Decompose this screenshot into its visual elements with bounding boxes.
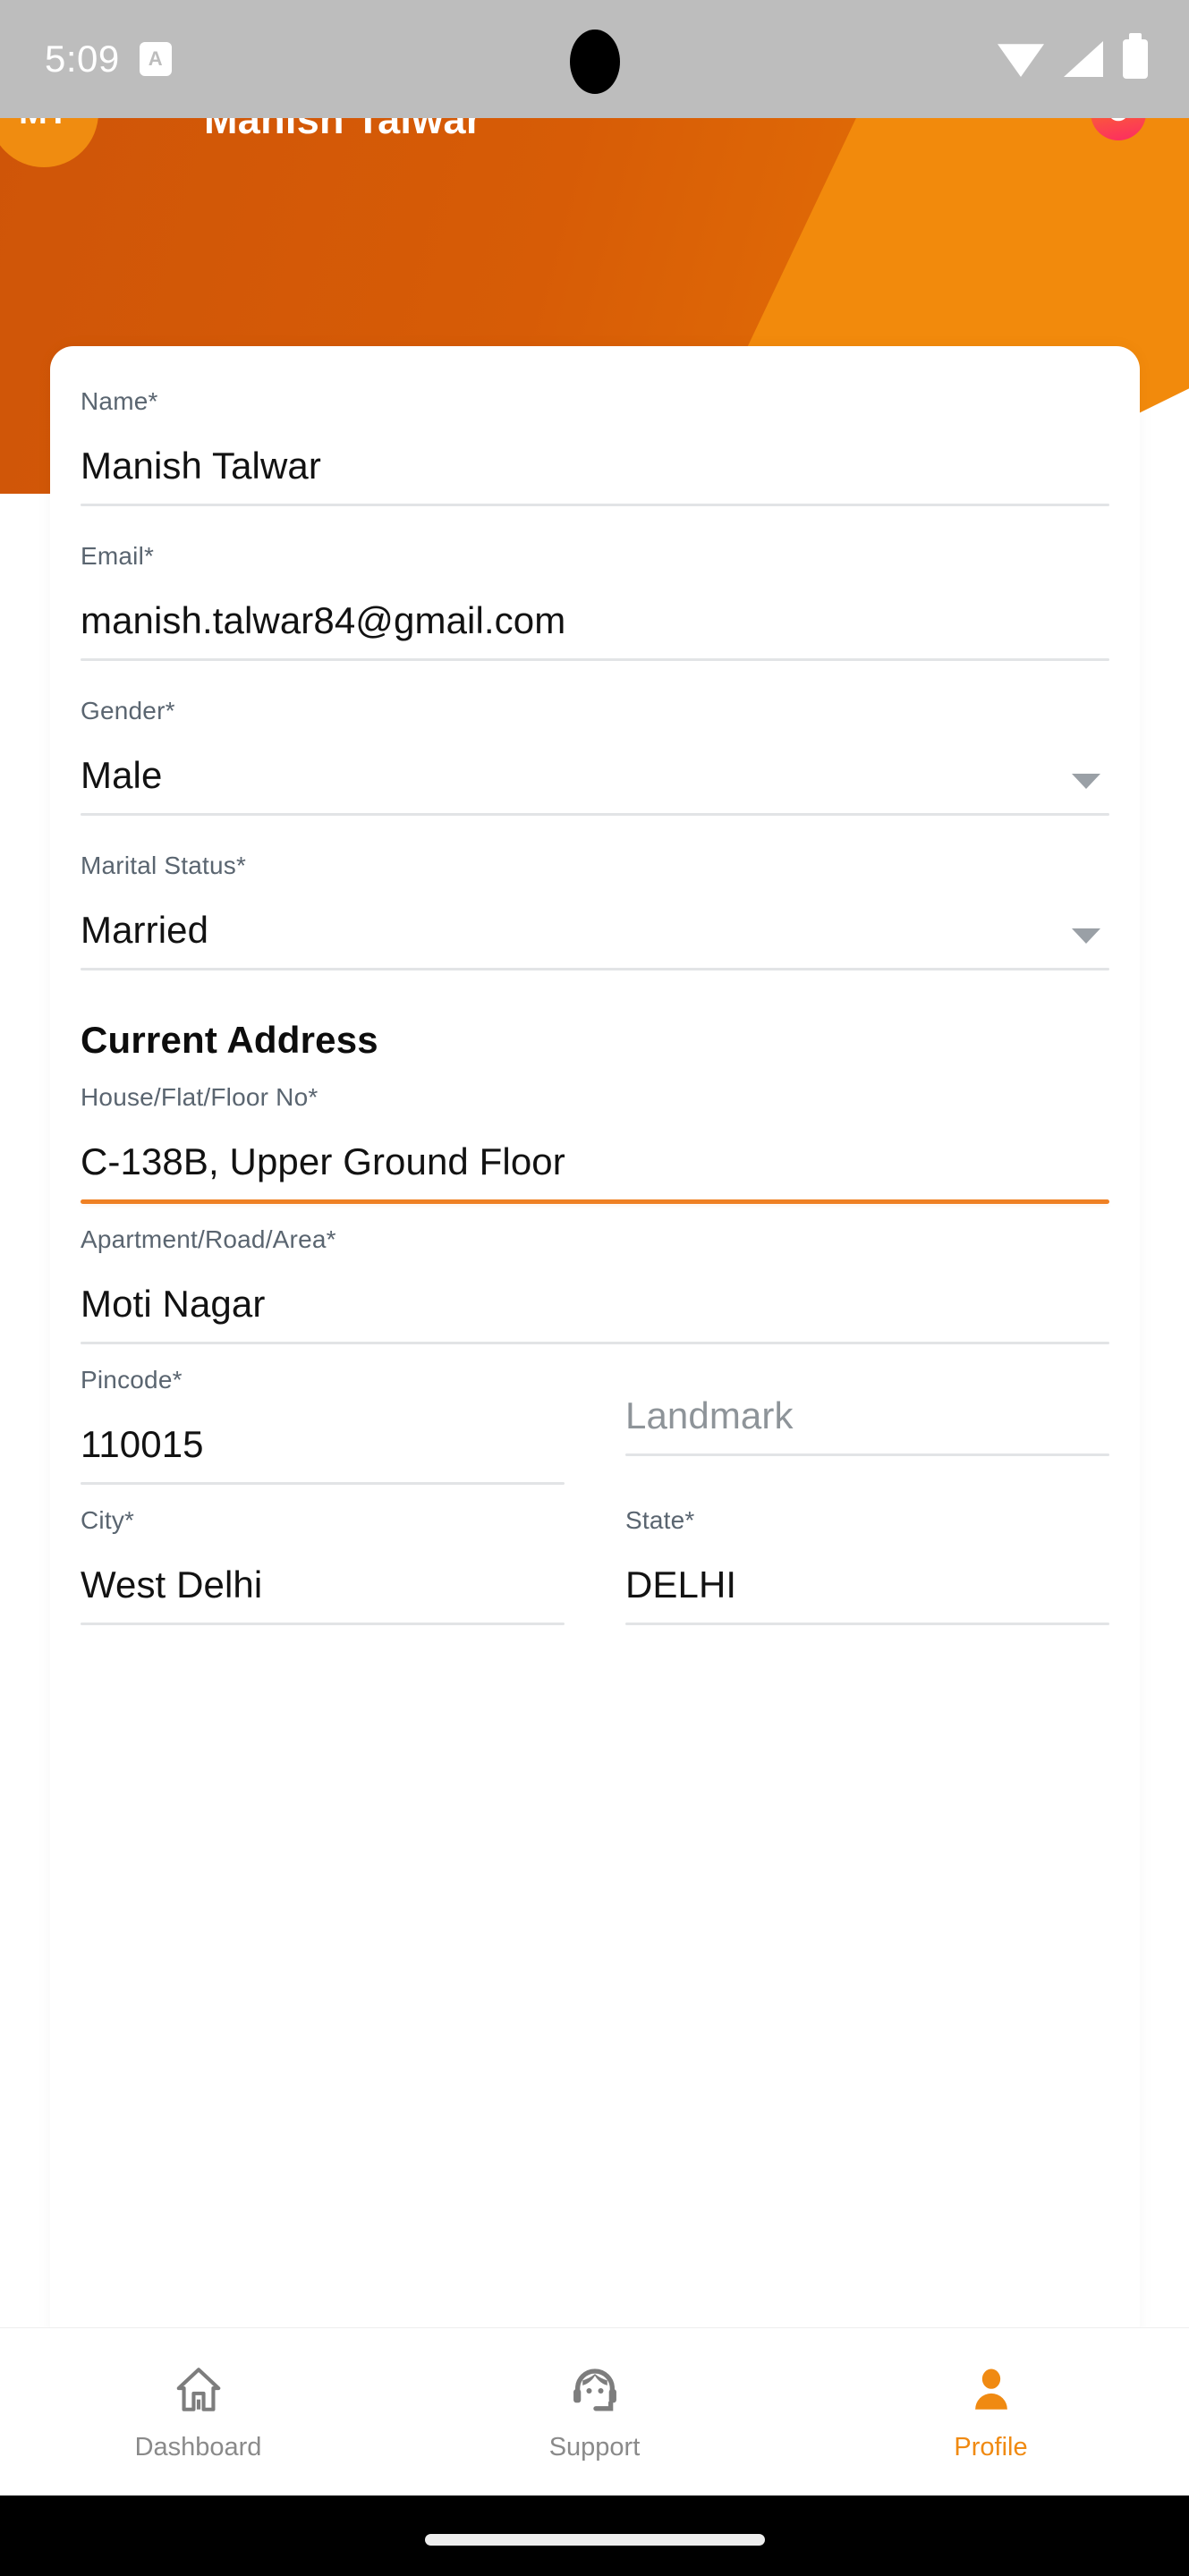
status-bar-left: 5:09 A xyxy=(45,0,172,118)
tab-dashboard[interactable]: Dashboard xyxy=(0,2361,396,2462)
field-apartment-road-area-underline xyxy=(81,1342,1109,1344)
field-state-label: State* xyxy=(625,1506,695,1534)
section-title-current-address: Current Address xyxy=(81,1019,378,1061)
state-input[interactable]: DELHI xyxy=(625,1535,1109,1623)
field-house-flat-floor-underline xyxy=(81,1199,1109,1204)
field-name[interactable]: Name* Manish Talwar xyxy=(81,387,1109,506)
marital-status-select[interactable]: Married xyxy=(81,880,1109,968)
field-gender-label: Gender* xyxy=(81,697,175,724)
signal-icon xyxy=(1064,41,1103,77)
alarm-badge-icon: A xyxy=(139,42,172,76)
email-input[interactable]: manish.talwar84@gmail.com xyxy=(81,571,1109,658)
home-gesture-bar[interactable] xyxy=(424,2534,765,2546)
clock: 5:09 xyxy=(45,38,120,80)
city-input[interactable]: West Delhi xyxy=(81,1535,565,1623)
field-name-underline xyxy=(81,504,1109,506)
address-row-city-state: City* West Delhi State* DELHI xyxy=(81,1506,1109,1625)
tab-support-label: Support xyxy=(548,2433,641,2462)
chevron-down-icon[interactable] xyxy=(1072,928,1100,944)
field-pincode-underline xyxy=(81,1482,565,1485)
apartment-road-area-input[interactable]: Moti Nagar xyxy=(81,1254,1109,1342)
house-flat-floor-input[interactable]: C-138B, Upper Ground Floor xyxy=(81,1112,1109,1199)
chevron-down-icon[interactable] xyxy=(1072,774,1100,789)
home-icon xyxy=(170,2361,227,2419)
field-apartment-road-area-label: Apartment/Road/Area* xyxy=(81,1225,336,1253)
tab-dashboard-label: Dashboard xyxy=(134,2433,262,2462)
tab-support[interactable]: Support xyxy=(396,2361,793,2462)
system-gesture-area xyxy=(0,2496,1189,2576)
app-screen: 5:09 A MT Manish Talwar Name* Manish Tal… xyxy=(0,0,1189,2576)
field-city-underline xyxy=(81,1623,565,1625)
field-landmark[interactable]: Landmark xyxy=(625,1366,1109,1485)
address-row-pincode-landmark: Pincode* 110015 Landmark xyxy=(81,1366,1109,1485)
field-email[interactable]: Email* manish.talwar84@gmail.com xyxy=(81,542,1109,661)
name-input[interactable]: Manish Talwar xyxy=(81,416,1109,504)
status-bar: 5:09 A xyxy=(0,0,1189,118)
landmark-input[interactable]: Landmark xyxy=(625,1366,1109,1453)
field-house-flat-floor[interactable]: House/Flat/Floor No* C-138B, Upper Groun… xyxy=(81,1083,1109,1204)
field-pincode-label: Pincode* xyxy=(81,1366,183,1394)
field-house-flat-floor-label: House/Flat/Floor No* xyxy=(81,1083,318,1111)
field-email-underline xyxy=(81,658,1109,661)
field-gender-underline xyxy=(81,813,1109,816)
field-pincode[interactable]: Pincode* 110015 xyxy=(81,1366,565,1485)
field-city[interactable]: City* West Delhi xyxy=(81,1506,565,1625)
field-gender[interactable]: Gender* Male xyxy=(81,697,1109,816)
person-icon xyxy=(963,2361,1020,2419)
tab-profile[interactable]: Profile xyxy=(793,2361,1189,2462)
field-marital-status-underline xyxy=(81,968,1109,970)
field-marital-status[interactable]: Marital Status* Married xyxy=(81,852,1109,970)
field-name-label: Name* xyxy=(81,387,158,415)
camera-punch-hole xyxy=(569,30,620,94)
wifi-icon xyxy=(998,44,1044,77)
battery-icon xyxy=(1123,33,1148,79)
field-landmark-underline xyxy=(625,1453,1109,1456)
bottom-navigation: Dashboard Support Profile xyxy=(0,2327,1189,2496)
field-apartment-road-area[interactable]: Apartment/Road/Area* Moti Nagar xyxy=(81,1225,1109,1344)
headset-icon xyxy=(566,2361,624,2419)
pincode-input[interactable]: 110015 xyxy=(81,1394,565,1482)
field-state[interactable]: State* DELHI xyxy=(625,1506,1109,1625)
profile-form-card: Name* Manish Talwar Email* manish.talwar… xyxy=(50,346,1140,2350)
field-state-underline xyxy=(625,1623,1109,1625)
field-city-label: City* xyxy=(81,1506,135,1534)
tab-profile-label: Profile xyxy=(954,2433,1028,2462)
field-email-label: Email* xyxy=(81,542,155,570)
field-marital-status-label: Marital Status* xyxy=(81,852,247,879)
status-bar-right xyxy=(998,0,1148,118)
gender-select[interactable]: Male xyxy=(81,725,1109,813)
